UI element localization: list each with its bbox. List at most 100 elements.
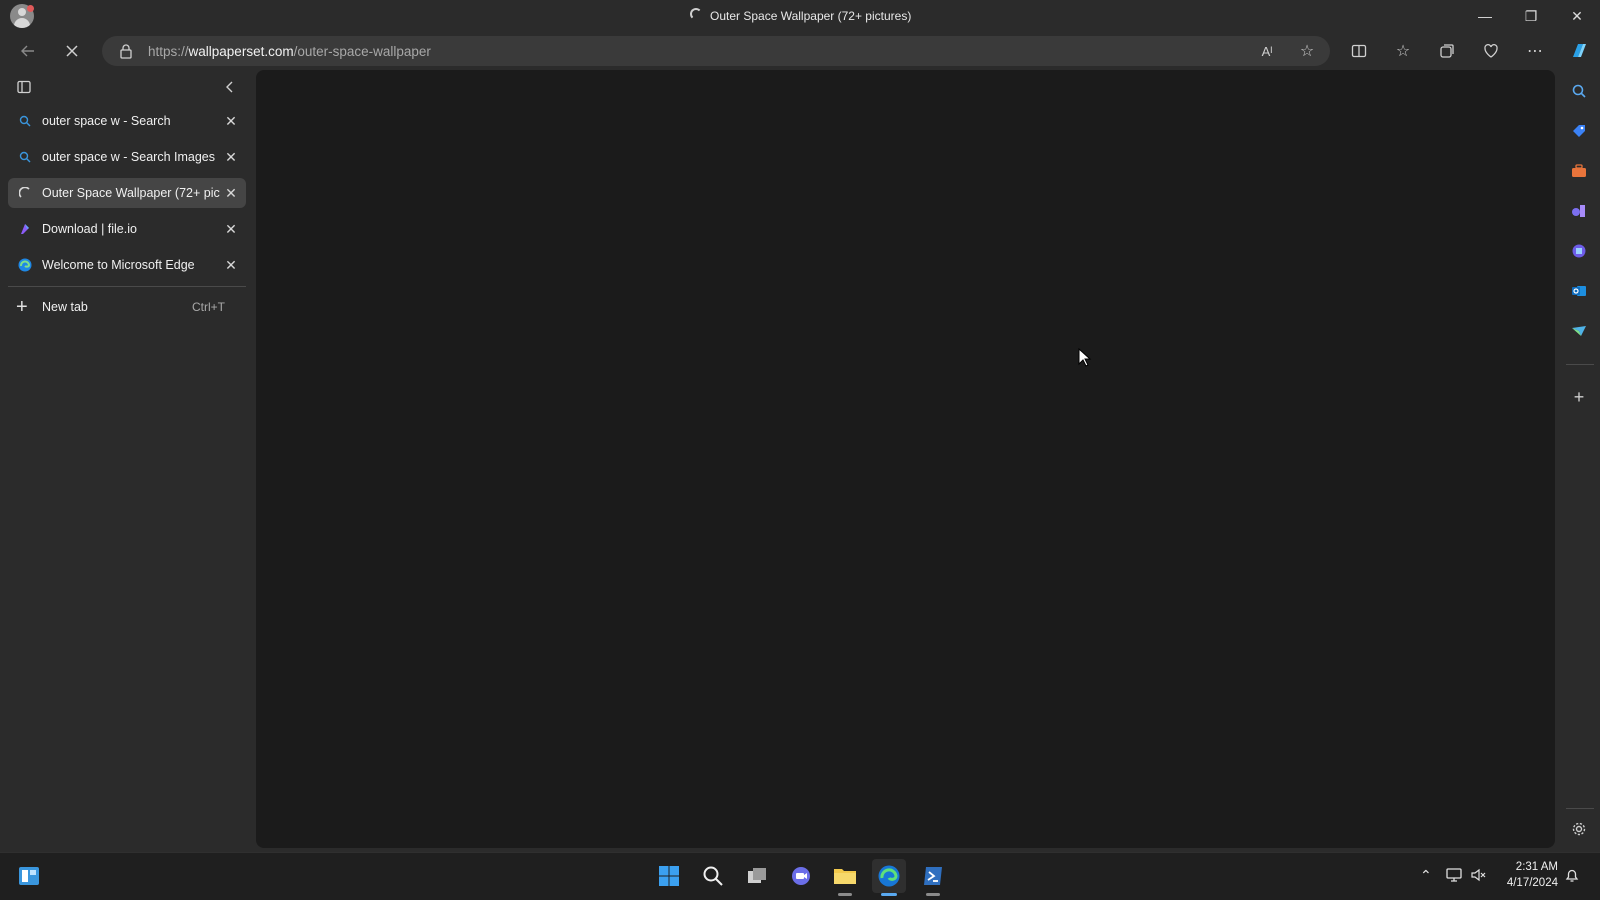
- chevron-up-icon: ⌃: [1420, 867, 1432, 883]
- profile-notification-dot: [27, 5, 34, 12]
- games-icon: [1572, 205, 1585, 217]
- toolbox-icon: [1572, 164, 1586, 177]
- tab-search-1[interactable]: outer space w - Search ✕: [8, 106, 246, 136]
- search-icon: [18, 114, 32, 128]
- restore-button[interactable]: ❐: [1508, 0, 1554, 32]
- tab-label: outer space w - Search Images: [42, 150, 215, 164]
- close-tab-button[interactable]: ✕: [222, 148, 240, 166]
- browser-essentials-button[interactable]: [1477, 38, 1505, 64]
- loading-spinner-icon: [690, 8, 702, 20]
- show-hidden-icons-button[interactable]: ⌃: [1420, 867, 1432, 884]
- sidebar-drop-button[interactable]: [1568, 320, 1590, 342]
- taskbar-search-button[interactable]: [696, 859, 730, 893]
- network-icon: [1446, 868, 1462, 882]
- sidebar-tools-button[interactable]: [1568, 160, 1590, 182]
- edge-icon: [18, 258, 32, 272]
- plus-icon: +: [1573, 386, 1585, 407]
- folder-icon: [834, 869, 856, 884]
- site-info-button[interactable]: [112, 38, 140, 64]
- chevron-left-icon: [226, 81, 233, 93]
- tab-label: outer space w - Search: [42, 114, 171, 128]
- sidebar-games-button[interactable]: [1568, 200, 1590, 222]
- sidebar-divider: [1566, 808, 1594, 809]
- widgets-icon: [19, 867, 39, 885]
- more-icon: ⋯: [1527, 43, 1543, 60]
- copilot-button[interactable]: [1565, 38, 1593, 64]
- favorites-button[interactable]: ☆: [1389, 38, 1417, 64]
- file-explorer-button[interactable]: [828, 859, 862, 893]
- notifications-button[interactable]: [1564, 867, 1580, 886]
- widgets-button[interactable]: [12, 859, 46, 893]
- close-tab-button[interactable]: ✕: [222, 256, 240, 274]
- tab-actions-icon: [17, 80, 31, 94]
- settings-more-button[interactable]: ⋯: [1521, 38, 1549, 64]
- task-view-button[interactable]: [740, 859, 774, 893]
- send-icon: [1572, 326, 1586, 336]
- tab-outer-space-wallpaper[interactable]: Outer Space Wallpaper (72+ pictures) ✕: [8, 178, 246, 208]
- clock-time[interactable]: 2:31 AM: [1502, 861, 1558, 873]
- windows-logo-icon: [659, 866, 679, 886]
- split-screen-icon: [1351, 44, 1367, 58]
- sidebar-office-button[interactable]: [1568, 240, 1590, 262]
- sidebar-settings-button[interactable]: [1568, 818, 1590, 840]
- tab-label: Outer Space Wallpaper (72+ pictures): [42, 186, 220, 200]
- tab-fileio[interactable]: Download | file.io ✕: [8, 214, 246, 244]
- tab-label: Welcome to Microsoft Edge: [42, 258, 195, 272]
- chat-icon: [792, 867, 810, 885]
- star-icon: ☆: [1299, 43, 1315, 60]
- tab-search-images[interactable]: outer space w - Search Images ✕: [8, 142, 246, 172]
- task-view-icon: [748, 868, 766, 883]
- close-tab-button[interactable]: ✕: [222, 184, 240, 202]
- read-aloud-icon: Aᴵ: [1261, 43, 1273, 59]
- split-screen-button[interactable]: [1345, 38, 1373, 64]
- bell-icon: [1565, 869, 1579, 882]
- arrow-left-icon: [21, 45, 34, 57]
- microsoft365-icon: [1572, 244, 1586, 258]
- tab-actions-button[interactable]: [10, 74, 38, 100]
- collections-button[interactable]: [1433, 38, 1461, 64]
- network-button[interactable]: [1446, 867, 1462, 886]
- read-aloud-button[interactable]: Aᴵ: [1253, 38, 1281, 64]
- volume-button[interactable]: [1470, 867, 1486, 886]
- sidebar-outlook-button[interactable]: [1568, 280, 1590, 302]
- url-scheme: https://: [148, 44, 189, 59]
- avatar-body: [14, 18, 30, 28]
- minimize-button[interactable]: —: [1462, 0, 1508, 32]
- sidebar-shopping-button[interactable]: [1568, 120, 1590, 142]
- clock-date[interactable]: 4/17/2024: [1502, 877, 1558, 889]
- tab-label: Download | file.io: [42, 222, 137, 236]
- edge-taskbar-button[interactable]: [872, 859, 906, 893]
- sidebar-add-button[interactable]: +: [1568, 386, 1590, 408]
- new-tab-button[interactable]: + New tab Ctrl+T: [8, 292, 246, 322]
- favorite-button[interactable]: ☆: [1293, 38, 1321, 64]
- new-tab-shortcut: Ctrl+T: [192, 300, 225, 314]
- plus-icon: +: [16, 296, 28, 318]
- active-indicator: [881, 893, 897, 896]
- close-tab-button[interactable]: ✕: [222, 220, 240, 238]
- close-window-button[interactable]: ✕: [1554, 0, 1600, 32]
- powershell-button[interactable]: [916, 859, 950, 893]
- copilot-icon: [1573, 44, 1586, 57]
- heart-pulse-icon: [1484, 44, 1498, 58]
- stop-loading-button[interactable]: [58, 38, 86, 64]
- edge-icon: [878, 865, 900, 887]
- tab-welcome-edge[interactable]: Welcome to Microsoft Edge ✕: [8, 250, 246, 280]
- shopping-tag-icon: [1573, 125, 1585, 137]
- collapse-pane-button[interactable]: [216, 74, 244, 100]
- page-content[interactable]: [256, 70, 1555, 848]
- sidebar-search-button[interactable]: [1568, 80, 1590, 102]
- search-icon: [18, 150, 32, 164]
- start-button[interactable]: [652, 859, 686, 893]
- fileio-icon: [18, 222, 32, 236]
- lock-icon: [120, 44, 132, 59]
- close-icon: [66, 45, 78, 57]
- window-title: Outer Space Wallpaper (72+ pictures): [710, 9, 912, 23]
- back-button[interactable]: [14, 38, 42, 64]
- teams-chat-button[interactable]: [784, 859, 818, 893]
- close-tab-button[interactable]: ✕: [222, 112, 240, 130]
- favorites-star-icon: ☆: [1395, 43, 1411, 60]
- search-icon: [703, 866, 723, 886]
- terminal-icon: [924, 867, 942, 885]
- url-text[interactable]: https://wallpaperset.com/outer-space-wal…: [148, 44, 431, 59]
- running-indicator: [926, 893, 940, 896]
